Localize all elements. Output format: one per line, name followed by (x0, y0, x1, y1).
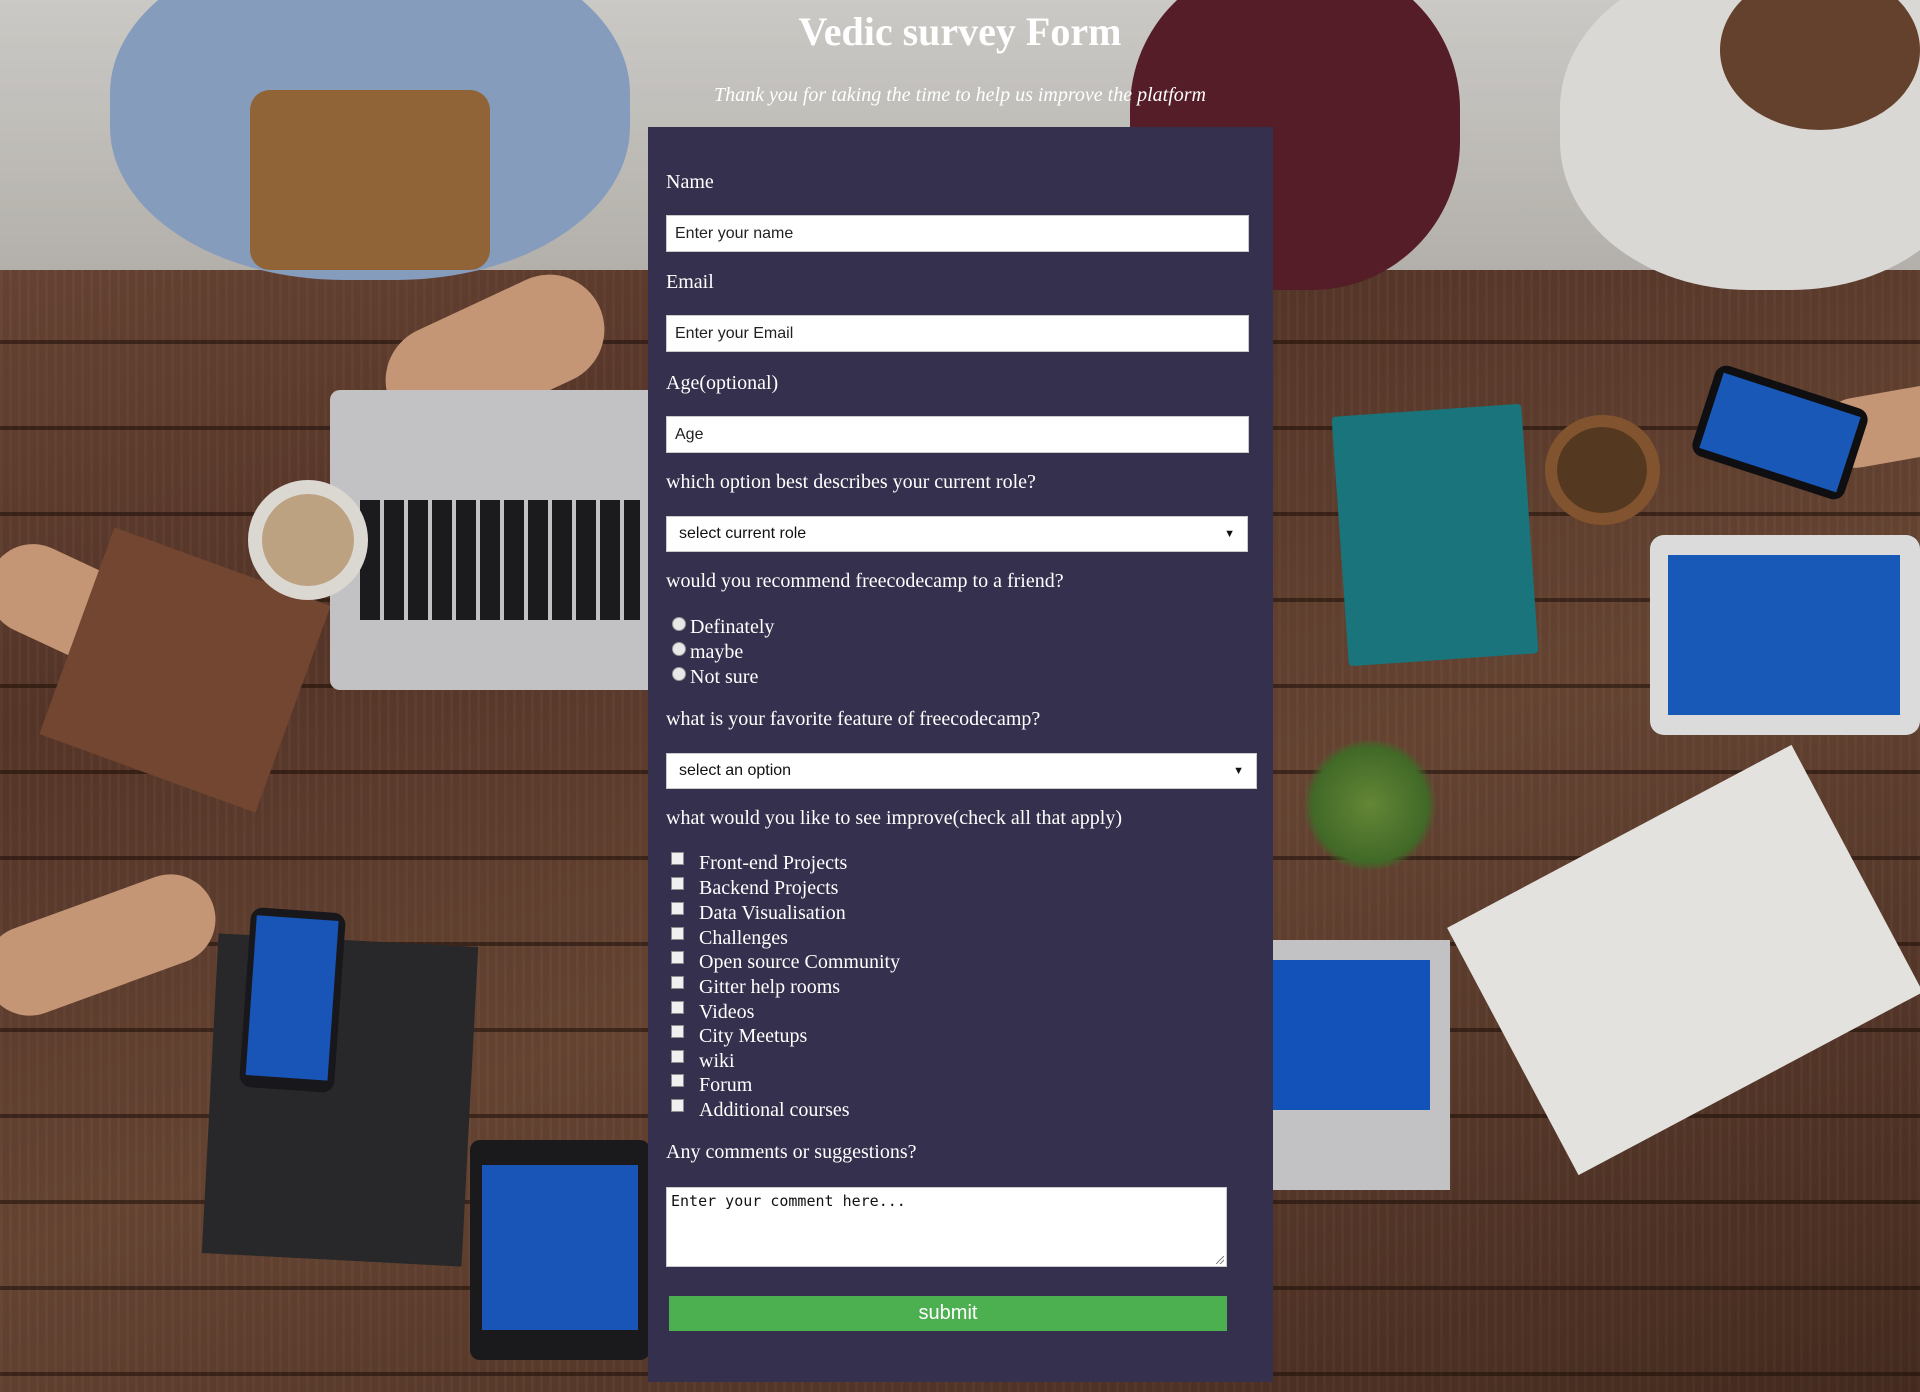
checkbox[interactable] (671, 877, 684, 890)
recommend-label: would you recommend freecodecamp to a fr… (666, 570, 1064, 592)
checkbox-label: Videos (699, 1001, 755, 1023)
improve-option[interactable]: Additional courses (671, 1099, 850, 1122)
submit-button[interactable]: submit (669, 1296, 1227, 1331)
checkbox[interactable] (671, 976, 684, 989)
improve-option[interactable]: Open source Community (671, 951, 900, 974)
checkbox-label: City Meetups (699, 1025, 808, 1047)
comments-placeholder: Enter your comment here... (671, 1192, 906, 1210)
radio-label: Definately (690, 616, 775, 638)
checkbox[interactable] (671, 1050, 684, 1063)
improve-option[interactable]: Backend Projects (671, 877, 838, 900)
email-input[interactable] (666, 315, 1249, 352)
radio-button[interactable] (672, 616, 686, 631)
radio-label: Not sure (690, 666, 759, 688)
comments-textarea[interactable]: Enter your comment here... (666, 1187, 1227, 1267)
age-label: Age(optional) (666, 372, 779, 394)
recommend-option-not-sure[interactable]: Not sure (672, 666, 758, 689)
role-dropdown-value: select current role (679, 525, 807, 542)
checkbox-label: Additional courses (699, 1099, 850, 1121)
improve-option[interactable]: Challenges (671, 927, 788, 950)
radio-button[interactable] (672, 666, 686, 681)
name-input[interactable] (666, 215, 1249, 252)
improve-option[interactable]: Forum (671, 1074, 752, 1097)
page-description: Thank you for taking the time to help us… (714, 84, 1206, 106)
checkbox[interactable] (671, 1025, 684, 1038)
feature-dropdown-value: select an option (679, 762, 792, 779)
recommend-option-definately[interactable]: Definately (672, 616, 774, 639)
checkbox[interactable] (671, 902, 684, 915)
checkbox-label: Gitter help rooms (699, 976, 841, 998)
age-input[interactable] (666, 416, 1249, 453)
improve-option[interactable]: Front-end Projects (671, 852, 847, 875)
improve-option[interactable]: Gitter help rooms (671, 976, 840, 999)
recommend-option-maybe[interactable]: maybe (672, 641, 743, 664)
radio-button[interactable] (672, 641, 686, 656)
resize-handle-icon[interactable] (1216, 1256, 1224, 1264)
checkbox-label: Backend Projects (699, 877, 839, 899)
comments-label: Any comments or suggestions? (666, 1141, 917, 1163)
checkbox[interactable] (671, 1001, 684, 1014)
name-label: Name (666, 171, 714, 193)
feature-dropdown[interactable]: select an option ▼ (666, 753, 1257, 789)
improve-option[interactable]: City Meetups (671, 1025, 807, 1048)
checkbox[interactable] (671, 927, 684, 940)
checkbox-label: wiki (699, 1050, 735, 1072)
improve-option[interactable]: wiki (671, 1050, 735, 1073)
checkbox[interactable] (671, 951, 684, 964)
role-dropdown[interactable]: select current role ▼ (666, 516, 1248, 552)
checkbox-label: Challenges (699, 927, 788, 949)
checkbox[interactable] (671, 1099, 684, 1112)
improve-option[interactable]: Data Visualisation (671, 902, 846, 925)
improve-label: what would you like to see improve(check… (666, 807, 1122, 829)
radio-label: maybe (690, 641, 744, 663)
checkbox-label: Data Visualisation (699, 902, 846, 924)
email-label: Email (666, 271, 714, 293)
checkbox[interactable] (671, 1074, 684, 1087)
improve-option[interactable]: Videos (671, 1001, 754, 1024)
checkbox-label: Forum (699, 1074, 753, 1096)
checkbox-label: Open source Community (699, 951, 901, 973)
triangle-down-icon: ▼ (1224, 528, 1235, 540)
feature-label: what is your favorite feature of freecod… (666, 708, 1041, 730)
role-label: which option best describes your current… (666, 471, 1036, 493)
checkbox-label: Front-end Projects (699, 852, 848, 874)
checkbox[interactable] (671, 852, 684, 865)
survey-form: Name Email Age(optional) which option be… (648, 127, 1273, 1382)
triangle-down-icon: ▼ (1233, 765, 1244, 777)
page-title: Vedic survey Form (798, 9, 1122, 54)
